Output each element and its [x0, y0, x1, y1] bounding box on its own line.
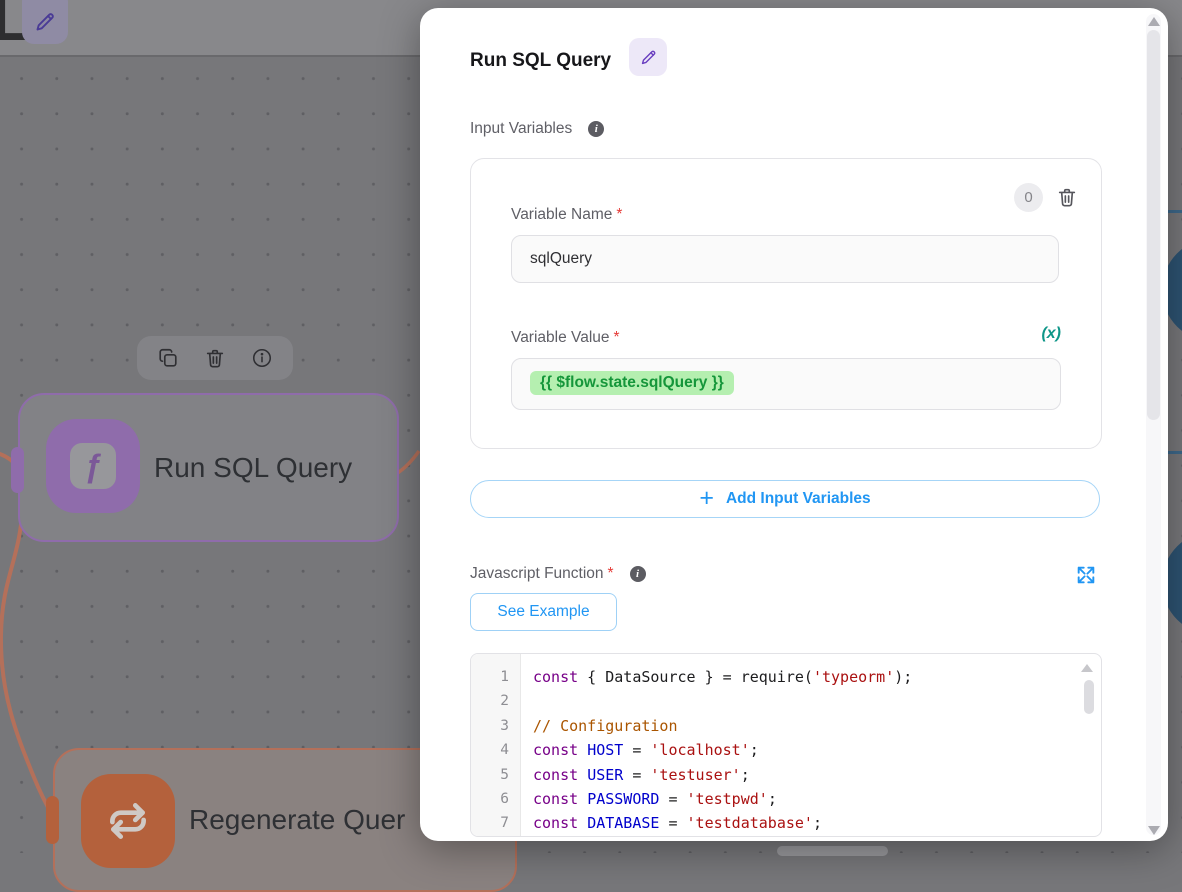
- expand-code-editor-button[interactable]: [1075, 564, 1097, 586]
- code-line: 7const DATABASE = 'testdatabase';: [471, 811, 1101, 835]
- node-label: Regenerate Quer: [189, 750, 405, 890]
- input-variable-card: 0 Variable Name* Variable Value* (x) {{ …: [470, 158, 1102, 449]
- see-example-button[interactable]: See Example: [470, 593, 617, 631]
- trash-icon: [1056, 186, 1078, 208]
- node-info-button[interactable]: [249, 345, 275, 371]
- variable-name-input[interactable]: [511, 235, 1059, 283]
- code-line: 4const HOST = 'localhost';: [471, 738, 1101, 762]
- javascript-function-label: Javascript Function* i: [470, 565, 646, 583]
- node-toolbar: [137, 336, 293, 380]
- variable-value-label: Variable Value*: [511, 329, 620, 347]
- variable-name-label: Variable Name*: [511, 206, 622, 224]
- background-node-edge: [1168, 210, 1182, 213]
- pencil-icon: [639, 48, 658, 67]
- code-line: 2: [471, 689, 1101, 713]
- background-element: [777, 846, 888, 856]
- input-port[interactable]: [46, 796, 59, 844]
- node-run-sql-query[interactable]: ƒ Run SQL Query: [18, 393, 399, 542]
- info-icon[interactable]: i: [630, 566, 646, 582]
- delete-variable-button[interactable]: [1054, 185, 1080, 211]
- function-node-icon: ƒ: [46, 419, 140, 513]
- repeat-icon: [103, 796, 153, 846]
- variable-shortcut-button[interactable]: (x): [1041, 325, 1061, 343]
- add-input-variables-button[interactable]: + Add Input Variables: [470, 480, 1100, 518]
- code-line: 5const USER = 'testuser';: [471, 763, 1101, 787]
- node-label: Run SQL Query: [154, 395, 352, 540]
- editor-scroll-up-arrow[interactable]: [1081, 664, 1093, 672]
- duplicate-node-button[interactable]: [155, 345, 181, 371]
- dialog-scrollbar-thumb[interactable]: [1147, 30, 1160, 420]
- code-editor[interactable]: 1const { DataSource } = require('typeorm…: [470, 653, 1102, 837]
- pencil-icon: [33, 10, 57, 34]
- dialog-title: Run SQL Query: [470, 50, 611, 72]
- variable-value-input[interactable]: {{ $flow.state.sqlQuery }}: [511, 358, 1061, 410]
- code-line: 3// Configuration: [471, 714, 1101, 738]
- input-port[interactable]: [11, 447, 24, 493]
- input-variables-label: Input Variables i: [470, 120, 604, 138]
- loop-node-icon: [81, 774, 175, 868]
- template-variable-chip: {{ $flow.state.sqlQuery }}: [530, 371, 734, 395]
- editor-scrollbar-thumb[interactable]: [1084, 680, 1094, 714]
- rename-node-button[interactable]: [629, 38, 667, 76]
- dialog-scroll-up-arrow[interactable]: [1148, 17, 1160, 26]
- dialog-scroll-down-arrow[interactable]: [1148, 826, 1160, 835]
- info-icon: [251, 347, 273, 369]
- background-node-edge: [1168, 451, 1182, 454]
- copy-icon: [157, 347, 179, 369]
- code-line: 1const { DataSource } = require('typeorm…: [471, 665, 1101, 689]
- code-lines: 1const { DataSource } = require('typeorm…: [471, 665, 1101, 836]
- trash-icon: [204, 347, 226, 369]
- delete-node-button[interactable]: [202, 345, 228, 371]
- expand-icon: [1075, 564, 1097, 586]
- node-config-dialog: Run SQL Query Input Variables i 0 Variab…: [420, 8, 1168, 841]
- code-line: 6const PASSWORD = 'testpwd';: [471, 787, 1101, 811]
- variable-index-badge: 0: [1014, 183, 1043, 212]
- info-icon[interactable]: i: [588, 121, 604, 137]
- flow-title-edit-button[interactable]: [22, 0, 68, 44]
